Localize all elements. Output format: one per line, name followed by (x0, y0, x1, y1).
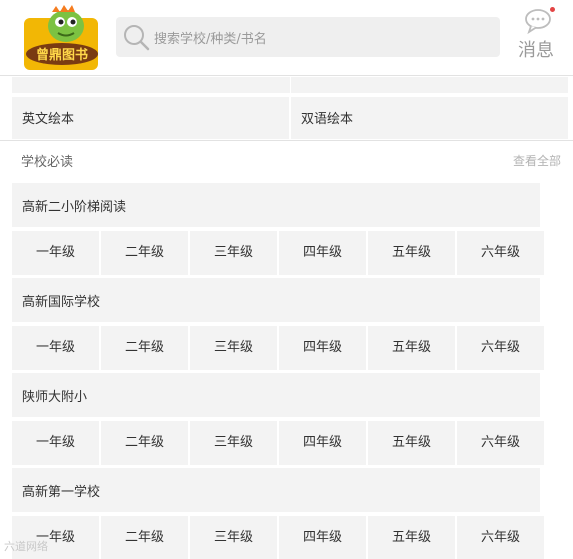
category-bilingual-picture-books[interactable]: 双语绘本 (291, 97, 568, 139)
grade-row: 一年级 二年级 三年级 四年级 五年级 六年级 (12, 326, 552, 370)
school-title[interactable]: 高新国际学校 (12, 278, 540, 322)
grade-button[interactable]: 五年级 (368, 421, 455, 465)
message-button[interactable]: 消息 (516, 6, 560, 62)
grade-button[interactable]: 五年级 (368, 516, 455, 559)
category-row-partial (12, 77, 568, 93)
grade-button[interactable]: 六年级 (457, 231, 544, 275)
grade-button[interactable]: 四年级 (279, 326, 366, 370)
school-title[interactable]: 陕师大附小 (12, 373, 540, 417)
grade-button[interactable]: 一年级 (12, 326, 99, 370)
grade-button[interactable]: 六年级 (457, 326, 544, 370)
grade-button[interactable]: 二年级 (101, 231, 188, 275)
message-label: 消息 (518, 40, 554, 61)
grade-button[interactable]: 四年级 (279, 421, 366, 465)
school-title[interactable]: 高新第一学校 (12, 468, 540, 512)
grade-button[interactable]: 二年级 (101, 326, 188, 370)
search-bar[interactable]: 搜索学校/种类/书名 (116, 17, 500, 57)
grade-row: 一年级 二年级 三年级 四年级 五年级 六年级 (12, 516, 552, 559)
watermark: 六道网络 (4, 540, 48, 553)
grade-button[interactable]: 一年级 (12, 421, 99, 465)
category-english-picture-books[interactable]: 英文绘本 (12, 97, 289, 139)
grade-button[interactable]: 二年级 (101, 421, 188, 465)
category-row: 英文绘本 双语绘本 (12, 97, 568, 139)
grade-button[interactable]: 三年级 (190, 421, 277, 465)
grade-button[interactable]: 五年级 (368, 326, 455, 370)
grade-button[interactable]: 二年级 (101, 516, 188, 559)
grade-button[interactable]: 一年级 (12, 231, 99, 275)
grade-row: 一年级 二年级 三年级 四年级 五年级 六年级 (12, 231, 552, 275)
school-title[interactable]: 高新二小阶梯阅读 (12, 183, 540, 227)
dinosaur-logo-icon: 曾鼎图书 (24, 5, 98, 70)
grade-button[interactable]: 三年级 (190, 516, 277, 559)
grade-button[interactable]: 三年级 (190, 326, 277, 370)
section-title: 学校必读 (21, 155, 74, 170)
grade-button[interactable]: 五年级 (368, 231, 455, 275)
category-divider (290, 77, 291, 93)
notification-dot (550, 7, 555, 12)
grade-button[interactable]: 四年级 (279, 231, 366, 275)
search-input[interactable]: 搜索学校/种类/书名 (154, 28, 267, 47)
logo-text: 曾鼎图书 (36, 47, 88, 63)
grade-button[interactable]: 三年级 (190, 231, 277, 275)
chat-bubble-icon (525, 9, 551, 34)
header: 曾鼎图书 搜索学校/种类/书名 消息 (0, 0, 573, 76)
grade-row: 一年级 二年级 三年级 四年级 五年级 六年级 (12, 421, 552, 465)
grade-button[interactable]: 六年级 (457, 516, 544, 559)
section-divider (0, 140, 573, 141)
logo[interactable]: 曾鼎图书 (22, 4, 102, 72)
grade-button[interactable]: 六年级 (457, 421, 544, 465)
view-all-link[interactable]: 查看全部 (513, 152, 561, 169)
grade-button[interactable]: 四年级 (279, 516, 366, 559)
search-icon (124, 25, 150, 51)
